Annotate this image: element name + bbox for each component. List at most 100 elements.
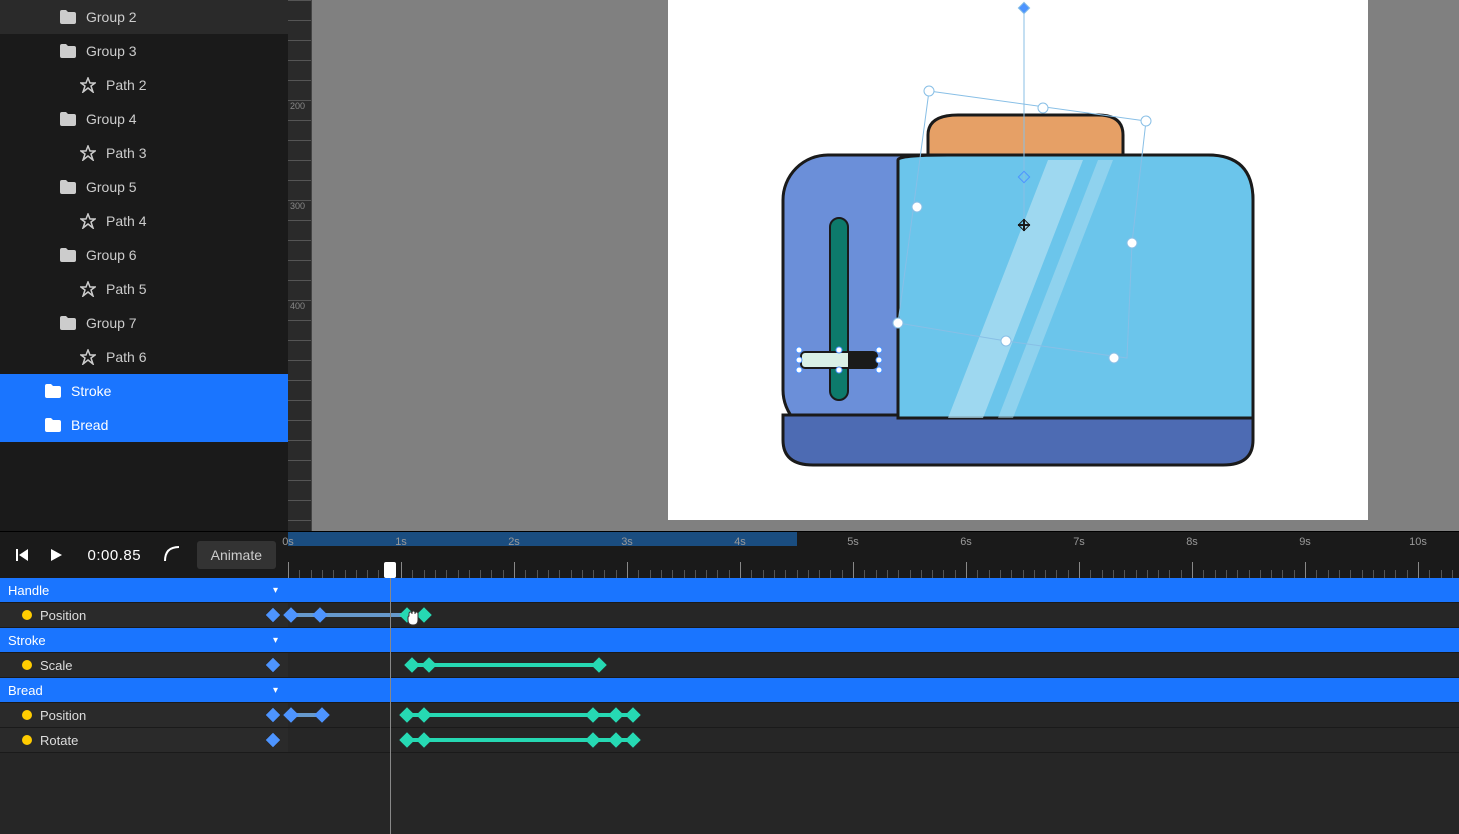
layer-label: Path 4 — [106, 213, 146, 229]
ruler-label: 5s — [847, 536, 859, 548]
keyframe-controls[interactable] — [268, 735, 278, 745]
layer-item-path-4[interactable]: Path 4 — [0, 204, 288, 238]
track-name: Scale — [40, 658, 73, 673]
keyframe-diamond[interactable] — [625, 732, 641, 748]
keyframe-segment[interactable] — [412, 663, 598, 667]
track-name: Position — [40, 608, 86, 623]
canvas-viewport[interactable] — [312, 0, 1459, 531]
keyframe-diamond[interactable] — [405, 657, 421, 673]
artboard[interactable] — [668, 0, 1368, 520]
toaster-front — [898, 155, 1253, 418]
folder-icon — [60, 247, 76, 263]
track-row: Stroke ▾ — [0, 628, 1459, 653]
layer-item-path-6[interactable]: Path 6 — [0, 340, 288, 374]
time-ruler[interactable]: 0s1s2s3s4s5s6s7s8s9s10s — [288, 532, 1459, 578]
add-keyframe-icon[interactable] — [266, 733, 280, 747]
track-label-stroke[interactable]: Stroke ▾ — [0, 628, 288, 652]
ruler-mark: 300 — [288, 200, 311, 211]
animate-mode-button[interactable]: Animate — [197, 541, 276, 569]
keyframe-diamond[interactable] — [625, 707, 641, 723]
path-icon — [80, 281, 96, 297]
layer-item-group-2[interactable]: Group 2 — [0, 0, 288, 34]
collapse-caret-icon[interactable]: ▾ — [273, 635, 278, 646]
layer-item-group-7[interactable]: Group 7 — [0, 306, 288, 340]
tracks-area: Handle▾PositionStroke▾ScaleBread▾Positio… — [0, 578, 1459, 834]
keyframe-diamond[interactable] — [416, 707, 432, 723]
track-label-handle[interactable]: Handle ▾ — [0, 578, 288, 602]
keyframe-diamond[interactable] — [399, 732, 415, 748]
keyframe-controls[interactable] — [268, 660, 278, 670]
layer-label: Stroke — [71, 383, 111, 399]
rewind-button[interactable] — [12, 545, 32, 565]
layer-item-group-6[interactable]: Group 6 — [0, 238, 288, 272]
track-name: Rotate — [40, 733, 78, 748]
track-lane[interactable] — [288, 678, 1459, 702]
ruler-mark: 400 — [288, 300, 311, 311]
keyframe-diamond[interactable] — [312, 607, 328, 623]
layer-item-path-3[interactable]: Path 3 — [0, 136, 288, 170]
vertical-ruler: 200300400 — [288, 0, 312, 531]
path-icon — [80, 145, 96, 161]
keyframe-diamond[interactable] — [585, 732, 601, 748]
track-label-position[interactable]: Position — [0, 603, 288, 627]
track-lane[interactable] — [288, 628, 1459, 652]
playhead[interactable] — [384, 562, 396, 578]
layer-label: Group 5 — [86, 179, 137, 195]
keyframe-diamond[interactable] — [399, 707, 415, 723]
layer-label: Path 2 — [106, 77, 146, 93]
play-button[interactable] — [46, 545, 66, 565]
keyframe-diamond[interactable] — [608, 732, 624, 748]
keyframe-diamond[interactable] — [608, 707, 624, 723]
keyframe-controls[interactable] — [268, 610, 278, 620]
add-keyframe-icon[interactable] — [266, 708, 280, 722]
folder-icon — [60, 43, 76, 59]
track-lane[interactable] — [288, 703, 1459, 727]
keyframe-diamond[interactable] — [421, 657, 437, 673]
keyframe-diamond[interactable] — [416, 732, 432, 748]
layer-item-group-5[interactable]: Group 5 — [0, 170, 288, 204]
track-row: Rotate — [0, 728, 1459, 753]
collapse-caret-icon[interactable]: ▾ — [273, 585, 278, 596]
track-row: Position — [0, 603, 1459, 628]
layers-panel: Group 2Group 3 Path 2 Group 4 Path 3 Group 5… — [0, 0, 288, 531]
ruler-label: 6s — [960, 536, 972, 548]
track-label-rotate[interactable]: Rotate — [0, 728, 288, 752]
folder-icon — [45, 383, 61, 399]
folder-icon — [45, 417, 61, 433]
layer-label: Group 6 — [86, 247, 137, 263]
keyframe-diamond[interactable] — [585, 707, 601, 723]
track-name: Handle — [8, 583, 49, 598]
keyframe-controls[interactable] — [268, 710, 278, 720]
property-bullet-icon — [22, 610, 32, 620]
layer-item-group-3[interactable]: Group 3 — [0, 34, 288, 68]
track-label-bread[interactable]: Bread▾ — [0, 678, 288, 702]
ruler-label: 7s — [1073, 536, 1085, 548]
layer-item-group-4[interactable]: Group 4 — [0, 102, 288, 136]
workarea-range[interactable] — [288, 532, 797, 546]
track-lane[interactable] — [288, 653, 1459, 677]
ruler-label: 8s — [1186, 536, 1198, 548]
layer-label: Path 3 — [106, 145, 146, 161]
add-keyframe-icon[interactable] — [266, 658, 280, 672]
canvas-area: 200300400 — [288, 0, 1459, 531]
timecode-display[interactable]: 0:00.85 — [80, 547, 149, 564]
easing-button[interactable] — [163, 545, 183, 565]
layer-item-bread[interactable]: Bread — [0, 408, 288, 442]
track-lane[interactable] — [288, 603, 1459, 627]
path-icon — [80, 77, 96, 93]
add-keyframe-icon[interactable] — [266, 608, 280, 622]
track-label-position[interactable]: Position — [0, 703, 288, 727]
collapse-caret-icon[interactable]: ▾ — [273, 685, 278, 696]
keyframe-diamond[interactable] — [314, 707, 330, 723]
ruler-label: 4s — [734, 536, 746, 548]
property-bullet-icon — [22, 735, 32, 745]
track-lane[interactable] — [288, 578, 1459, 602]
layer-item-path-2[interactable]: Path 2 — [0, 68, 288, 102]
track-lane[interactable] — [288, 728, 1459, 752]
track-name: Stroke — [8, 633, 46, 648]
layer-label: Group 7 — [86, 315, 137, 331]
layer-item-path-5[interactable]: Path 5 — [0, 272, 288, 306]
layer-item-stroke[interactable]: Stroke — [0, 374, 288, 408]
keyframe-diamond[interactable] — [591, 657, 607, 673]
track-label-scale[interactable]: Scale — [0, 653, 288, 677]
